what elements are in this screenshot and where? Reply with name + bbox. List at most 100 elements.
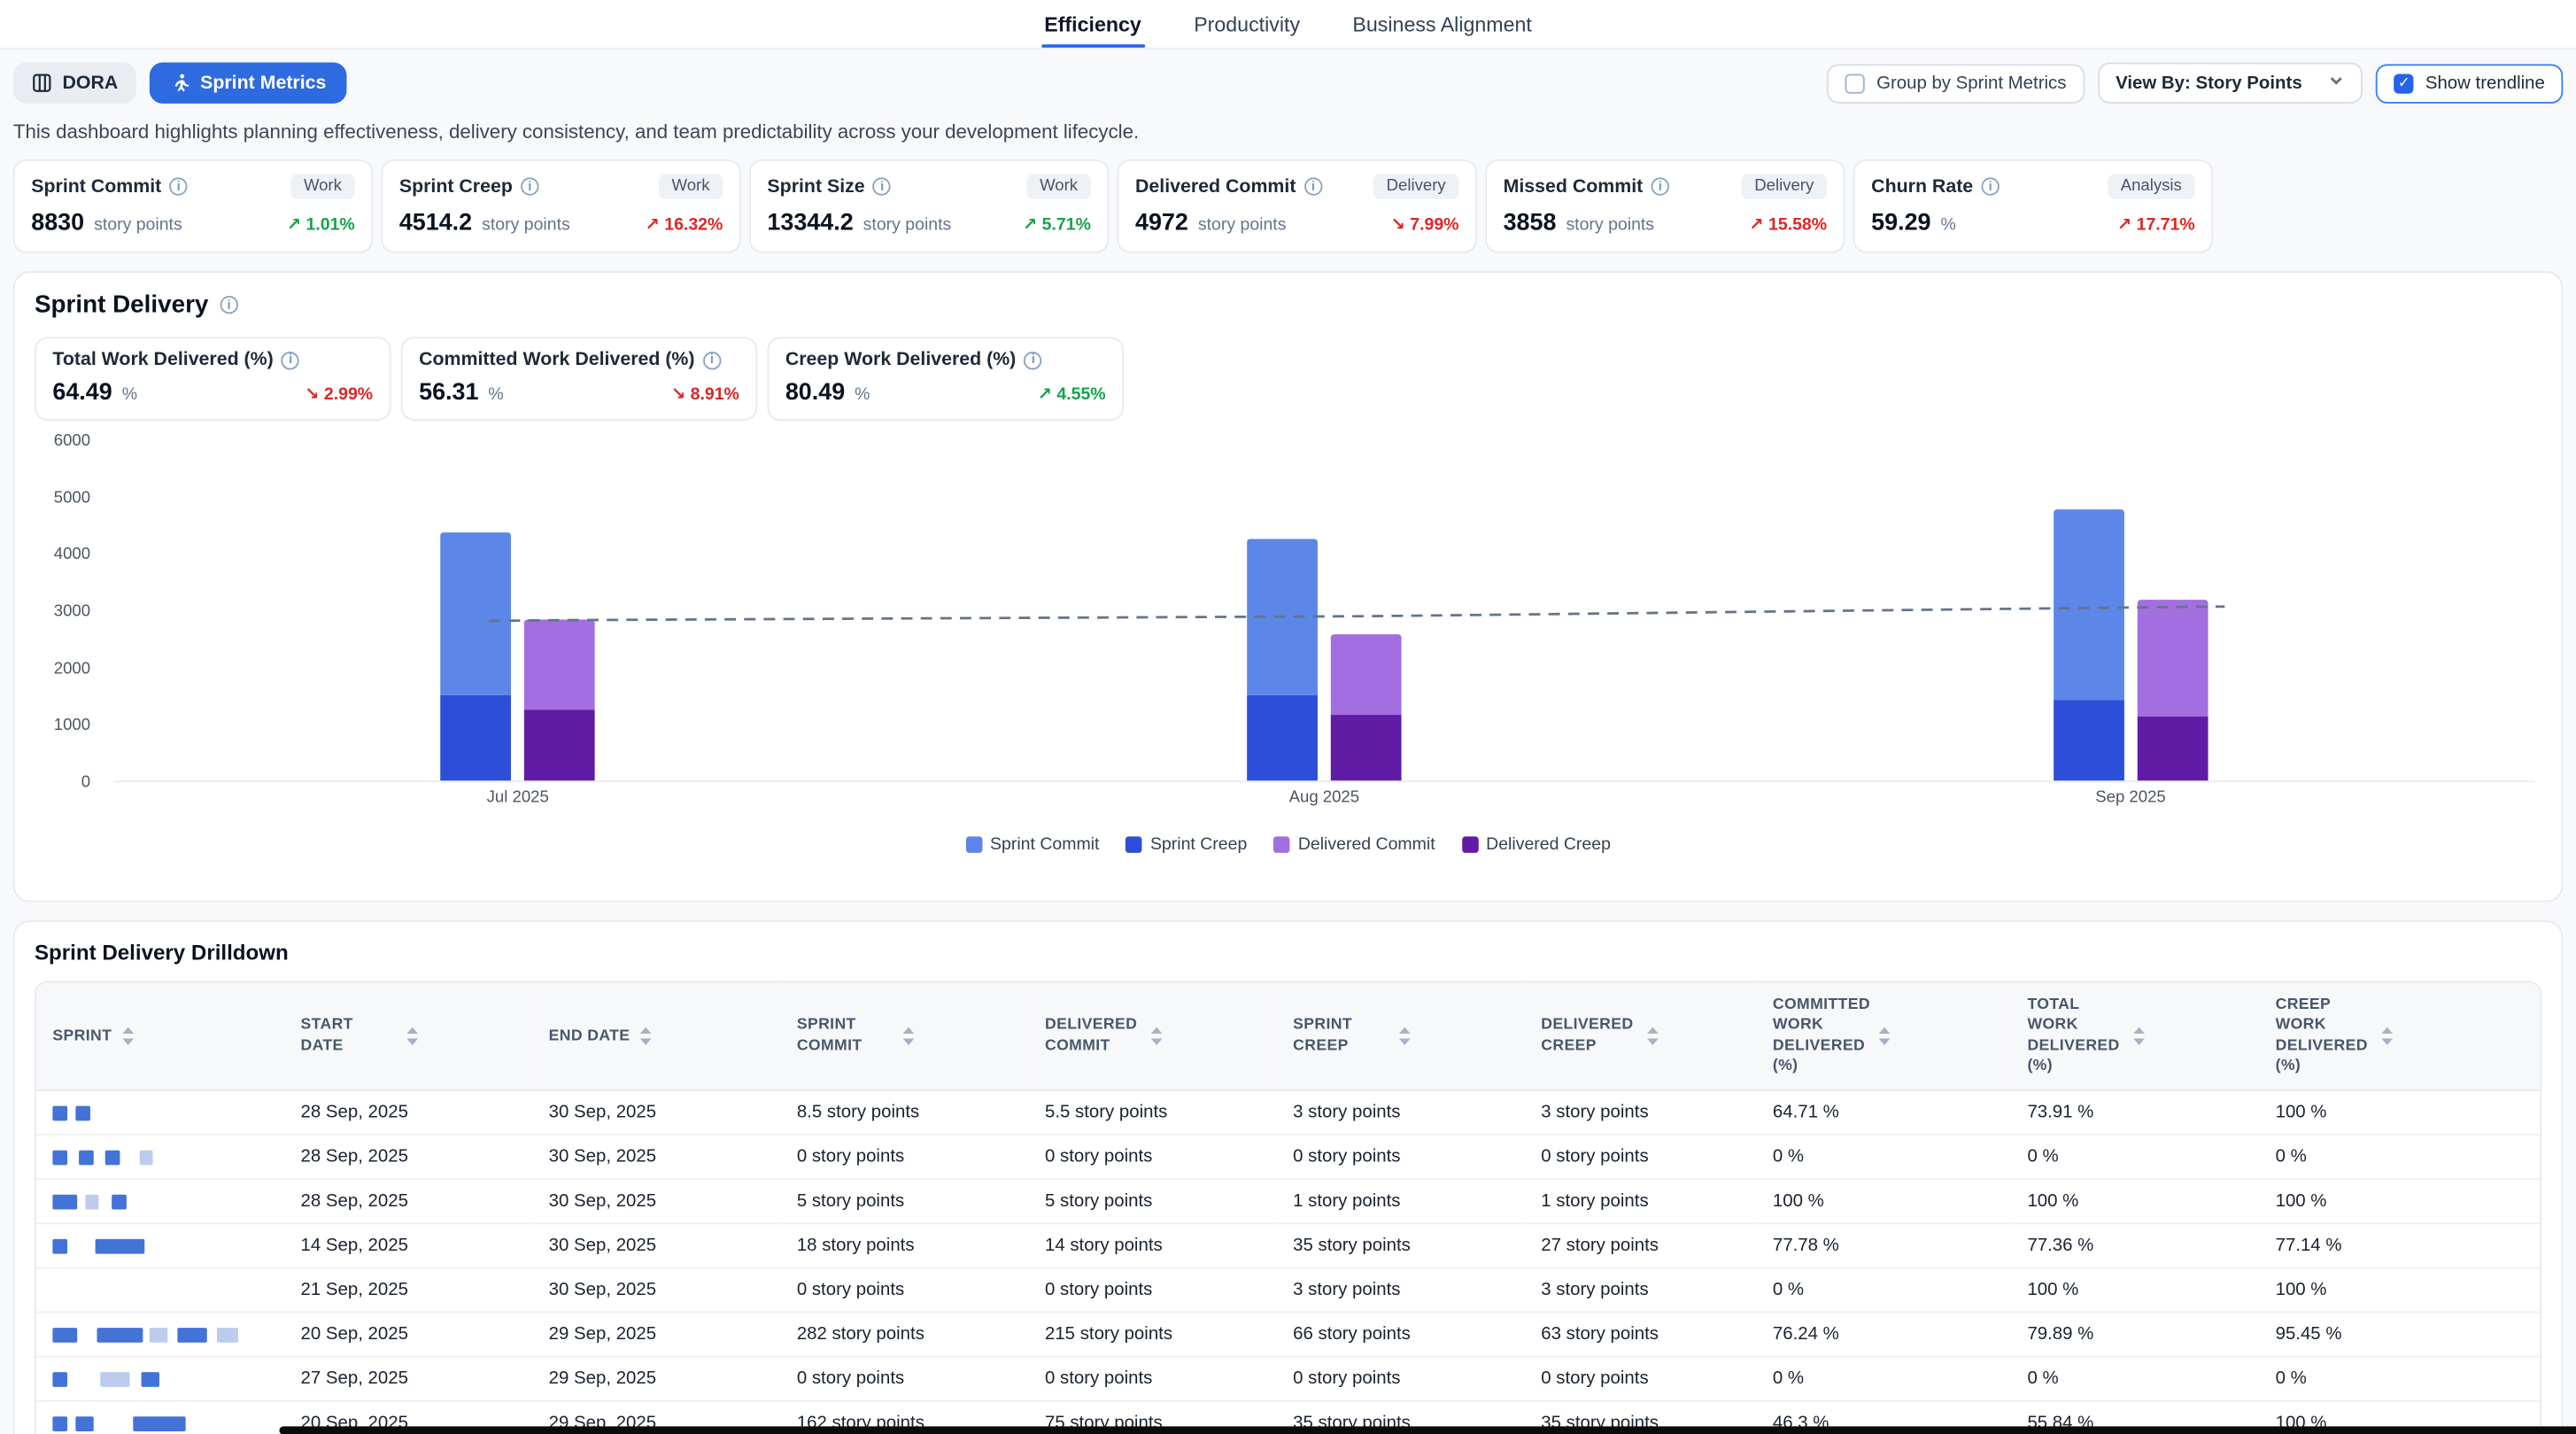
cell-creep-work-delivered: 77.14 %: [2259, 1224, 2540, 1268]
table-row[interactable]: 14 Sep, 202530 Sep, 202518 story points1…: [36, 1224, 2540, 1268]
column-header-delivered-creep[interactable]: DELIVERED CREEP: [1525, 982, 1757, 1090]
cell-total-work-delivered: 100 %: [2011, 1180, 2259, 1224]
show-trendline-toggle[interactable]: ✓ Show trendline: [2376, 63, 2563, 103]
sort-icon: [1878, 1027, 1891, 1045]
bar-delivered[interactable]: [2137, 600, 2208, 780]
trend-indicator: ↘ 7.99%: [1391, 215, 1459, 235]
group-by-checkbox[interactable]: [1845, 74, 1865, 93]
cell-committed-work-delivered: 77.78 %: [1756, 1224, 2011, 1268]
info-icon[interactable]: i: [1304, 177, 1322, 195]
top-tab-bar: Efficiency Productivity Business Alignment: [0, 0, 2576, 50]
cell-start-date: 28 Sep, 2025: [284, 1180, 532, 1224]
sprint-name-cell: [36, 1224, 284, 1268]
table-row[interactable]: 21 Sep, 202530 Sep, 20250 story points0 …: [36, 1268, 2540, 1313]
dora-button[interactable]: DORA: [13, 63, 136, 104]
metric-card-unit: story points: [1561, 215, 1654, 235]
cell-start-date: 20 Sep, 2025: [284, 1313, 532, 1357]
view-by-select[interactable]: View By: Story Points: [2098, 63, 2363, 104]
column-header-end-date[interactable]: END DATE: [532, 982, 780, 1090]
info-icon[interactable]: i: [170, 177, 188, 195]
cell-committed-work-delivered: 100 %: [1756, 1180, 2011, 1224]
cell-start-date: 28 Sep, 2025: [284, 1091, 532, 1136]
tab-productivity[interactable]: Productivity: [1190, 0, 1303, 48]
column-header-sprint[interactable]: SPRINT: [36, 982, 284, 1090]
cell-creep-work-delivered: 100 %: [2259, 1091, 2540, 1136]
show-trendline-checkbox[interactable]: ✓: [2394, 74, 2414, 93]
redacted-block: [94, 1151, 105, 1166]
cell-creep-work-delivered: 0 %: [2259, 1136, 2540, 1180]
tab-efficiency[interactable]: Efficiency: [1041, 0, 1145, 48]
redacted-block: [67, 1106, 75, 1121]
column-header-start-date[interactable]: START DATE: [284, 982, 532, 1090]
y-tick-label: 5000: [35, 489, 90, 507]
cell-creep-work-delivered: 95.45 %: [2259, 1313, 2540, 1357]
cell-sprint-commit: 8.5 story points: [780, 1091, 1028, 1136]
table-row[interactable]: 20 Sep, 202529 Sep, 2025282 story points…: [36, 1313, 2540, 1357]
cell-start-date: 28 Sep, 2025: [284, 1136, 532, 1180]
cell-delivered-creep: 3 story points: [1525, 1091, 1757, 1136]
sprint-name-cell: [36, 1357, 284, 1401]
drilldown-table: SPRINTSTART DATEEND DATESPRINT COMMIT DEL…: [36, 982, 2540, 1434]
x-axis-label: Jul 2025: [452, 789, 583, 807]
delivery-card-title-text: Committed Work Delivered (%): [419, 350, 694, 369]
column-header-total-work-delivered[interactable]: TOTAL WORK DELIVERED (%): [2011, 982, 2259, 1090]
bar-group-aug-2025: [1247, 440, 1401, 780]
column-header-creep-work-delivered[interactable]: CREEP WORK DELIVERED (%): [2259, 982, 2540, 1090]
bar-committed[interactable]: [2054, 510, 2124, 780]
info-icon[interactable]: i: [703, 351, 721, 368]
sprint-metrics-button[interactable]: Sprint Metrics: [150, 63, 346, 104]
legend-swatch: [1461, 836, 1478, 853]
legend-item-delivered-creep[interactable]: Delivered Creep: [1461, 834, 1611, 854]
legend-item-sprint-commit[interactable]: Sprint Commit: [965, 834, 1099, 854]
delivery-card-committed-work-delivered: Committed Work Delivered (%)i56.31 %↘ 8.…: [401, 337, 758, 421]
redacted-block: [207, 1328, 217, 1343]
info-icon[interactable]: i: [1981, 177, 1999, 195]
info-icon[interactable]: i: [873, 177, 891, 195]
metric-card-unit: story points: [858, 215, 951, 235]
bar-committed[interactable]: [1247, 539, 1318, 780]
legend-item-delivered-commit[interactable]: Delivered Commit: [1273, 834, 1435, 854]
column-label: CREEP WORK DELIVERED (%): [2276, 996, 2371, 1077]
redacted-block: [217, 1328, 238, 1343]
delivery-card-total-work-delivered: Total Work Delivered (%)i64.49 %↘ 2.99%: [35, 337, 391, 421]
info-icon[interactable]: i: [220, 296, 237, 314]
legend-label: Delivered Commit: [1298, 834, 1435, 854]
table-row[interactable]: 28 Sep, 202530 Sep, 20250 story points0 …: [36, 1136, 2540, 1180]
horizontal-scrollbar[interactable]: [279, 1426, 2576, 1434]
main-tabs: Efficiency Productivity Business Alignment: [1041, 0, 1536, 48]
sort-icon: [902, 1027, 916, 1045]
table-row[interactable]: 28 Sep, 202530 Sep, 20255 story points5 …: [36, 1180, 2540, 1224]
group-by-toggle[interactable]: Group by Sprint Metrics: [1827, 63, 2084, 103]
info-icon[interactable]: i: [1025, 351, 1042, 368]
cell-delivered-commit: 14 story points: [1028, 1224, 1276, 1268]
tab-business-alignment[interactable]: Business Alignment: [1350, 0, 1536, 48]
bar-delivered[interactable]: [1331, 633, 1402, 780]
cell-creep-work-delivered: 100 %: [2259, 1180, 2540, 1224]
metric-card-sprint-size: Sprint SizeiWork13344.2 story points↗ 5.…: [749, 159, 1109, 253]
metric-card-unit: story points: [1193, 215, 1286, 235]
table-row[interactable]: 28 Sep, 202530 Sep, 20258.5 story points…: [36, 1091, 2540, 1136]
trend-indicator: ↗ 5.71%: [1023, 215, 1091, 235]
column-label: DELIVERED COMMIT: [1045, 1016, 1141, 1057]
delivery-card-title: Creep Work Delivered (%)i: [785, 350, 1042, 369]
info-icon[interactable]: i: [1652, 177, 1669, 195]
sprint-delivery-panel: Sprint Delivery i Total Work Delivered (…: [13, 271, 2563, 902]
category-badge: Delivery: [1741, 174, 1827, 199]
column-header-sprint-commit[interactable]: SPRINT COMMIT: [780, 982, 1028, 1090]
redacted-block: [97, 1328, 143, 1343]
legend-item-sprint-creep[interactable]: Sprint Creep: [1126, 834, 1247, 854]
redacted-block: [143, 1328, 149, 1343]
column-header-committed-work-delivered[interactable]: COMMITTED WORK DELIVERED (%): [1756, 982, 2011, 1090]
column-label: SPRINT CREEP: [1293, 1016, 1389, 1057]
sprint-name-cell: [36, 1091, 284, 1136]
metric-cards: Sprint CommitiWork8830 story points↗ 1.0…: [0, 159, 2576, 253]
bar-delivered[interactable]: [524, 619, 595, 780]
table-row[interactable]: 27 Sep, 202529 Sep, 20250 story points0 …: [36, 1357, 2540, 1401]
info-icon[interactable]: i: [521, 177, 538, 195]
column-header-delivered-commit[interactable]: DELIVERED COMMIT: [1028, 982, 1276, 1090]
column-header-sprint-creep[interactable]: SPRINT CREEP: [1277, 982, 1525, 1090]
cell-start-date: 27 Sep, 2025: [284, 1357, 532, 1401]
info-icon[interactable]: i: [282, 351, 299, 368]
delivery-card-value: 80.49 %: [785, 380, 870, 407]
bar-committed[interactable]: [441, 532, 512, 780]
